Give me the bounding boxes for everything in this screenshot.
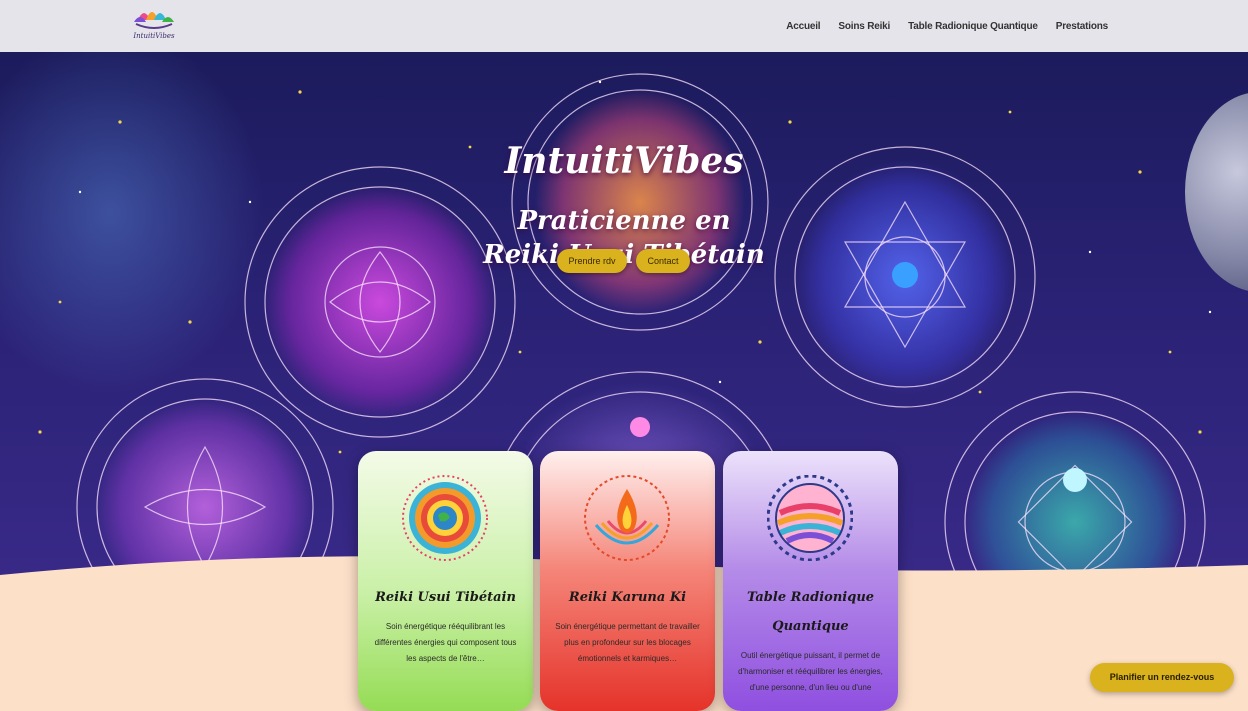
card-description: Soin énergétique rééquilibrant les diffé… xyxy=(374,622,517,663)
hero-subtitle-line-1: Praticienne en xyxy=(517,206,731,236)
rainbow-sphere-icon xyxy=(767,475,853,561)
site-header: IntuitiVibes Accueil Soins Reiki Table R… xyxy=(0,0,1248,52)
hero-title: IntuitiVibes xyxy=(504,140,744,182)
card-title: Reiki Usui Tibétain xyxy=(375,590,516,605)
lotus-flame-icon xyxy=(584,475,670,561)
nav-item-accueil[interactable]: Accueil xyxy=(786,21,820,32)
contact-button[interactable]: Contact xyxy=(636,249,690,273)
earth-mandala-icon xyxy=(402,475,488,561)
prendre-rdv-button[interactable]: Prendre rdv xyxy=(557,249,627,273)
nav-item-table-radionique[interactable]: Table Radionique Quantique xyxy=(908,21,1038,32)
site-logo[interactable]: IntuitiVibes xyxy=(130,4,178,46)
main-nav: Accueil Soins Reiki Table Radionique Qua… xyxy=(786,0,1108,52)
logo-icon: IntuitiVibes xyxy=(132,12,175,40)
planifier-rendez-vous-button[interactable]: Planifier un rendez-vous xyxy=(1090,663,1234,692)
card-title: Table Radionique Quantique xyxy=(746,590,875,634)
nav-item-soins-reiki[interactable]: Soins Reiki xyxy=(838,21,890,32)
card-description: Soin énergétique permettant de travaille… xyxy=(555,622,700,663)
service-card-reiki-karuna[interactable]: Reiki Karuna Ki Soin énergétique permett… xyxy=(540,451,715,711)
nav-item-prestations[interactable]: Prestations xyxy=(1056,21,1108,32)
card-description: Outil énergétique puissant, il permet de… xyxy=(738,651,883,692)
svg-text:IntuitiVibes: IntuitiVibes xyxy=(132,32,175,40)
service-card-reiki-usui[interactable]: Reiki Usui Tibétain Soin énergétique réé… xyxy=(358,451,533,711)
service-card-table-radionique[interactable]: Table Radionique Quantique Outil énergét… xyxy=(723,451,898,711)
card-title: Reiki Karuna Ki xyxy=(568,590,687,605)
